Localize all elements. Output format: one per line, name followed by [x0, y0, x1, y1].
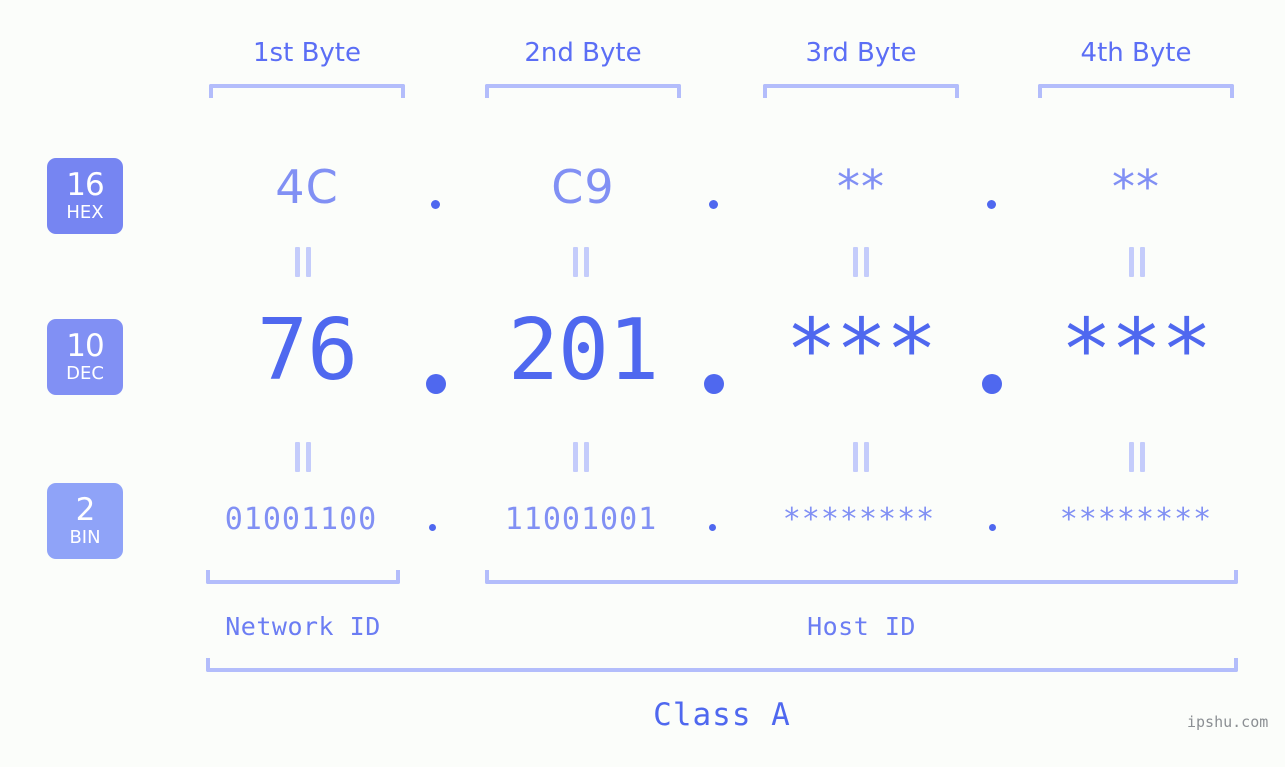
hex-byte-3-value: **: [837, 160, 885, 214]
equals-mark-hex-dec-2: [571, 247, 591, 277]
network-id-bracket: [206, 570, 400, 584]
dec-row: 76 201 *** ***: [0, 299, 1285, 409]
byte-header-2: 2nd Byte: [524, 38, 642, 68]
hex-separator-dot-1: [431, 200, 440, 209]
equals-mark-dec-bin-3: [851, 442, 871, 472]
bin-separator-dot-1: [429, 524, 436, 531]
hex-byte-2-value: C9: [551, 160, 615, 214]
bin-separator-dot-3: [989, 524, 996, 531]
equals-mark-dec-bin-2: [571, 442, 591, 472]
dec-byte-2-value: 201: [507, 301, 660, 400]
bin-byte-4-value: ********: [1059, 502, 1213, 537]
bin-byte-1-value: 01001100: [224, 502, 378, 537]
dec-separator-dot-3: [982, 374, 1002, 394]
byte-bracket-1: [209, 84, 405, 98]
byte-header-4: 4th Byte: [1080, 38, 1192, 68]
equals-mark-hex-dec-1: [293, 247, 313, 277]
class-bracket: [206, 658, 1238, 672]
bin-byte-2-value: 11001001: [504, 502, 658, 537]
equals-mark-dec-bin-1: [293, 442, 313, 472]
network-id-label: Network ID: [225, 612, 381, 641]
dec-separator-dot-1: [426, 374, 446, 394]
hex-byte-4-value: **: [1112, 160, 1160, 214]
byte-bracket-4: [1038, 84, 1234, 98]
hex-separator-dot-3: [987, 200, 996, 209]
dec-byte-3-value: ***: [785, 301, 938, 400]
equals-mark-hex-dec-3: [851, 247, 871, 277]
hex-separator-dot-2: [709, 200, 718, 209]
bin-row: 01001100 11001001 ******** ********: [0, 498, 1285, 544]
host-id-bracket: [485, 570, 1238, 584]
bin-byte-3-value: ********: [782, 502, 936, 537]
hex-row: 4C C9 ** **: [0, 158, 1285, 234]
class-label: Class A: [653, 697, 791, 733]
byte-bracket-2: [485, 84, 681, 98]
dec-separator-dot-2: [704, 374, 724, 394]
watermark-ipshu: ipshu.com: [1187, 713, 1269, 731]
bin-separator-dot-2: [709, 524, 716, 531]
equals-mark-hex-dec-4: [1127, 247, 1147, 277]
equals-mark-dec-bin-4: [1127, 442, 1147, 472]
byte-header-3: 3rd Byte: [805, 38, 917, 68]
dec-byte-1-value: 76: [256, 301, 358, 400]
byte-header-1: 1st Byte: [253, 38, 361, 68]
ip-breakdown-diagram: 1st Byte 2nd Byte 3rd Byte 4th Byte 16 H…: [0, 0, 1285, 767]
hex-byte-1-value: 4C: [275, 160, 339, 214]
dec-byte-4-value: ***: [1060, 301, 1213, 400]
byte-bracket-3: [763, 84, 959, 98]
host-id-label: Host ID: [807, 612, 916, 641]
